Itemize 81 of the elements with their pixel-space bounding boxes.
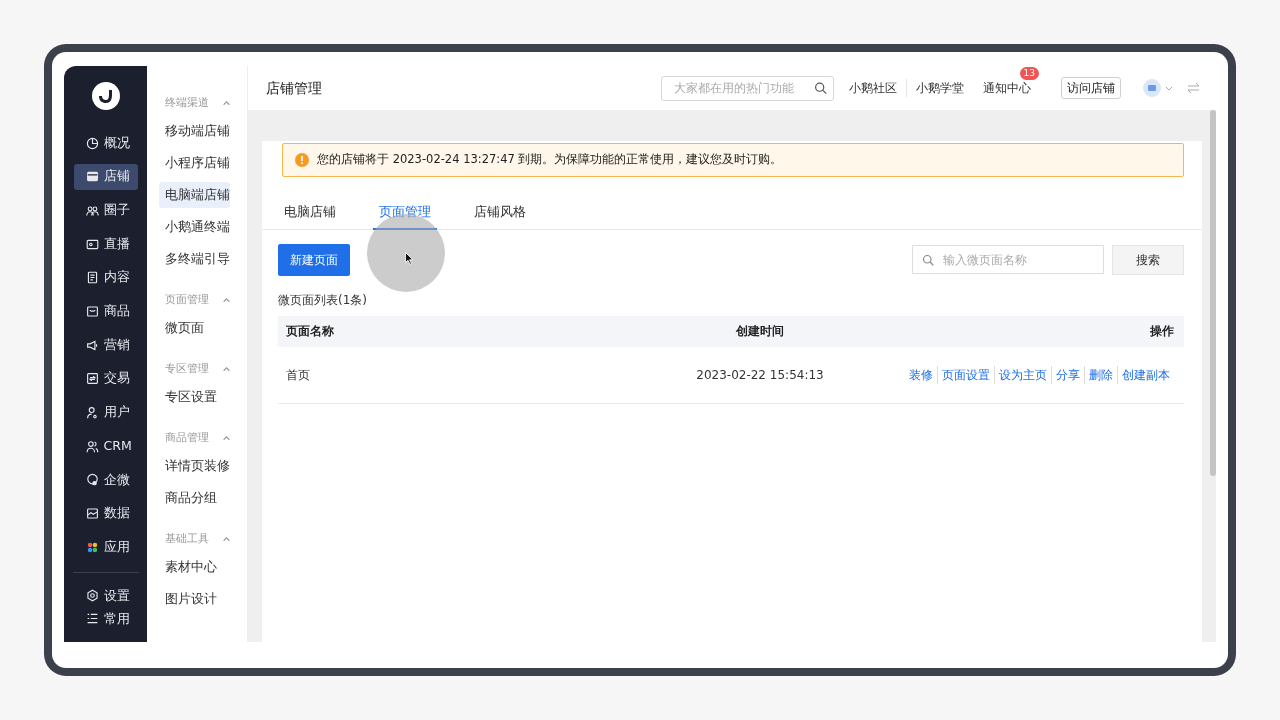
submenu-item[interactable]: 移动端店铺 <box>159 118 230 144</box>
logo <box>91 82 120 110</box>
submenu-item[interactable]: 微页面 <box>159 315 230 341</box>
chevron-icon <box>222 364 231 374</box>
warning-icon <box>295 153 309 167</box>
nav-item[interactable]: 概况 <box>73 130 138 156</box>
image-chart-icon <box>85 507 99 521</box>
header-link[interactable]: 小鹅学堂 <box>906 79 973 97</box>
chevron-icon <box>222 433 231 443</box>
submenu-item[interactable]: 详情页装修 <box>159 453 230 479</box>
tab[interactable]: 店铺风格 <box>468 202 532 230</box>
chevron-icon <box>222 534 231 544</box>
list-caption: 微页面列表(1条) <box>278 291 368 309</box>
submenu-item[interactable]: 商品分组 <box>159 485 230 511</box>
action-link[interactable]: 设为主页 <box>994 365 1051 384</box>
nav-item[interactable]: 商品 <box>73 298 138 325</box>
caret-icon[interactable] <box>1165 84 1173 92</box>
video-icon <box>85 237 99 251</box>
action-link[interactable]: 删除 <box>1084 365 1117 384</box>
submenu-item[interactable]: 小程序店铺 <box>159 150 230 176</box>
count-badge: 13 <box>1019 67 1039 80</box>
page-title: 店铺管理 <box>266 78 322 98</box>
store-icon <box>85 170 99 184</box>
scrollbar[interactable] <box>1210 110 1216 476</box>
nav-item[interactable]: 数据 <box>73 500 138 527</box>
search-icon <box>922 253 934 266</box>
cursor-icon <box>405 252 414 265</box>
header-link[interactable]: 小鹅社区 <box>840 79 906 97</box>
search-field[interactable]: 输入微页面名称 <box>912 245 1104 275</box>
column-header: 创建时间 <box>735 322 785 340</box>
new-page-button[interactable]: 新建页面 <box>278 243 350 276</box>
people-icon <box>85 203 99 217</box>
nav-item[interactable]: 企微 <box>73 466 138 493</box>
nav-item[interactable]: 应用 <box>73 534 138 561</box>
search-button[interactable]: 搜索 <box>1112 244 1184 275</box>
nav-item[interactable]: 营销 <box>73 332 138 359</box>
chevron-icon <box>222 98 231 108</box>
action-link[interactable]: 创建副本 <box>1117 365 1174 384</box>
user-icon <box>85 406 99 419</box>
nav-item[interactable]: 常用 <box>73 607 138 630</box>
column-header: 页面名称 <box>286 322 335 340</box>
column-header: 操作 <box>1149 322 1174 340</box>
nav-item[interactable]: 设置 <box>73 584 138 607</box>
nav-item[interactable]: CRM <box>73 433 138 460</box>
visit-store-button[interactable]: 访问店铺 <box>1061 77 1121 99</box>
action-link[interactable]: 分享 <box>1051 365 1084 384</box>
table-cell-text: 2023-02-22 15:54:13 <box>695 366 825 384</box>
action-link[interactable]: 装修 <box>905 365 937 384</box>
submenu-item[interactable]: 图片设计 <box>159 586 230 612</box>
submenu-item[interactable]: 素材中心 <box>159 554 230 580</box>
box-icon <box>85 304 99 318</box>
nav-item[interactable]: 用户 <box>73 399 138 426</box>
document-icon <box>85 271 99 285</box>
alert-text: 您的店铺将于 2023-02-24 13:27:47 到期。为保障功能的正常使用，建议您及时订购。 <box>317 151 783 169</box>
switch-icon[interactable] <box>1187 82 1200 94</box>
nav-item[interactable]: 店铺 <box>73 163 138 190</box>
pie-chart-icon <box>85 136 99 150</box>
exchange-icon <box>85 372 99 386</box>
nav-item[interactable]: 交易 <box>73 365 138 392</box>
search-field[interactable]: 大家都在用的热门功能 <box>661 75 834 101</box>
tab[interactable]: 页面管理 <box>373 202 437 230</box>
apps-icon <box>85 540 99 554</box>
chevron-icon <box>222 295 231 305</box>
settings-icon <box>85 589 99 603</box>
nav-item[interactable]: 内容 <box>73 264 138 291</box>
submenu-item[interactable]: 电脑端店铺 <box>159 182 230 208</box>
nav-item[interactable]: 圈子 <box>73 197 138 224</box>
chat-icon <box>85 473 99 487</box>
search-icon <box>814 81 827 95</box>
notification-link[interactable]: 通知中心 <box>983 81 1031 95</box>
nav-item[interactable]: 直播 <box>73 231 138 258</box>
submenu-item[interactable]: 小鹅通终端 <box>159 214 230 240</box>
list-icon <box>85 612 99 626</box>
tab[interactable]: 电脑店铺 <box>278 202 342 230</box>
megaphone-icon <box>85 338 99 352</box>
users-icon <box>85 439 99 453</box>
submenu-item[interactable]: 专区设置 <box>159 384 230 410</box>
table-cell-text: 首页 <box>286 366 311 384</box>
submenu-item[interactable]: 多终端引导 <box>159 246 230 272</box>
action-link[interactable]: 页面设置 <box>937 365 994 384</box>
avatar[interactable] <box>1143 79 1161 97</box>
